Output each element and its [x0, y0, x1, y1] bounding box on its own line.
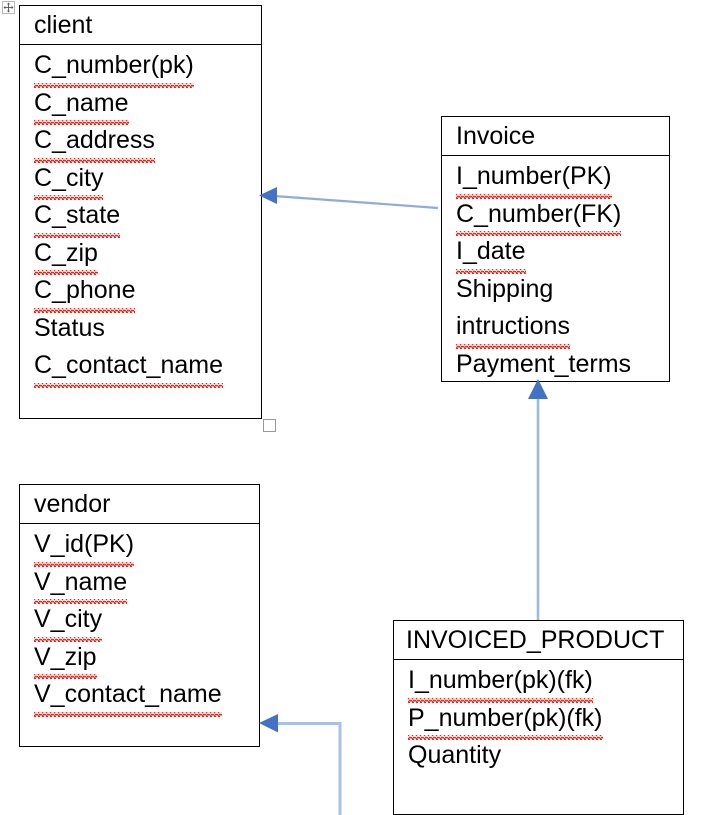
- attribute-row: V_city: [20, 601, 259, 641]
- connector-invoiced-product-to-invoice: [528, 379, 548, 620]
- attribute-row: Quantity: [394, 737, 683, 775]
- attribute-label: C_address: [34, 122, 155, 162]
- attribute-row: Payment_terms: [442, 346, 669, 382]
- attribute-label: I_number(pk)(fk): [408, 662, 593, 702]
- attribute-row: C_contact_name: [20, 347, 261, 387]
- attribute-row: C_number(FK): [442, 196, 669, 236]
- attribute-row: Status: [20, 310, 261, 348]
- attribute-label: I_number(PK): [456, 158, 612, 198]
- attribute-label: V_zip: [34, 639, 97, 679]
- attribute-list-invoice: I_number(PK) C_number(FK) I_date Shippin…: [442, 156, 669, 382]
- attribute-label: C_phone: [34, 272, 136, 312]
- attribute-list-client: C_number(pk) C_name C_address C_city C_s…: [20, 45, 261, 387]
- connector-product-to-vendor: [259, 714, 342, 815]
- attribute-label: V_id(PK): [34, 526, 135, 566]
- attribute-row: I_number(PK): [442, 158, 669, 198]
- attribute-row: C_phone: [20, 272, 261, 312]
- entity-title-invoice: Invoice: [442, 117, 669, 156]
- attribute-row: V_id(PK): [20, 526, 259, 566]
- attribute-label: Shipping: [456, 274, 554, 303]
- entity-title-vendor: vendor: [20, 485, 259, 524]
- attribute-label: V_contact_name: [34, 676, 222, 716]
- attribute-row: I_date: [442, 233, 669, 273]
- attribute-row: C_state: [20, 197, 261, 237]
- attribute-row: V_name: [20, 564, 259, 604]
- entity-vendor[interactable]: vendor V_id(PK) V_name V_city V_zip V_co…: [19, 484, 260, 747]
- entity-client[interactable]: client C_number(pk) C_name C_address C_c…: [19, 5, 262, 419]
- entity-title-client: client: [20, 6, 261, 45]
- attribute-label: C_city: [34, 160, 104, 200]
- attribute-label: Payment_terms: [456, 346, 631, 382]
- connector-invoice-to-client: [259, 187, 439, 210]
- attribute-label: Status: [34, 313, 105, 342]
- move-four-arrows-icon[interactable]: [2, 1, 15, 14]
- resize-handle-client[interactable]: [263, 419, 276, 432]
- attribute-label: intructions: [456, 308, 570, 348]
- attribute-row: intructions: [442, 308, 669, 348]
- attribute-label: Quantity: [408, 741, 502, 769]
- entity-title-invoiced-product: INVOICED_PRODUCT: [394, 621, 683, 660]
- attribute-row: Shipping: [442, 271, 669, 309]
- attribute-label: V_city: [34, 601, 103, 641]
- attribute-label: C_zip: [34, 235, 98, 275]
- attribute-row: I_number(pk)(fk): [394, 662, 683, 702]
- entity-invoiced-product[interactable]: INVOICED_PRODUCT I_number(pk)(fk) P_numb…: [393, 620, 684, 815]
- attribute-list-vendor: V_id(PK) V_name V_city V_zip V_contact_n…: [20, 524, 259, 716]
- attribute-row: C_number(pk): [20, 47, 261, 87]
- attribute-label: P_number(pk)(fk): [408, 700, 603, 740]
- attribute-label: C_name: [34, 85, 129, 125]
- entity-invoice[interactable]: Invoice I_number(PK) C_number(FK) I_date…: [441, 116, 670, 382]
- attribute-label: C_state: [34, 197, 121, 237]
- attribute-label: C_number(FK): [456, 196, 622, 236]
- diagram-canvas: client C_number(pk) C_name C_address C_c…: [0, 0, 703, 815]
- attribute-label: C_number(pk): [34, 47, 194, 87]
- attribute-row: C_name: [20, 85, 261, 125]
- attribute-row: C_zip: [20, 235, 261, 275]
- attribute-label: C_contact_name: [34, 347, 224, 387]
- attribute-row: V_zip: [20, 639, 259, 679]
- attribute-row: C_address: [20, 122, 261, 162]
- attribute-row: V_contact_name: [20, 676, 259, 716]
- attribute-list-invoiced-product: I_number(pk)(fk) P_number(pk)(fk) Quanti…: [394, 660, 683, 775]
- attribute-row: C_city: [20, 160, 261, 200]
- attribute-label: V_name: [34, 564, 128, 604]
- attribute-label: I_date: [456, 233, 526, 273]
- attribute-row: P_number(pk)(fk): [394, 700, 683, 740]
